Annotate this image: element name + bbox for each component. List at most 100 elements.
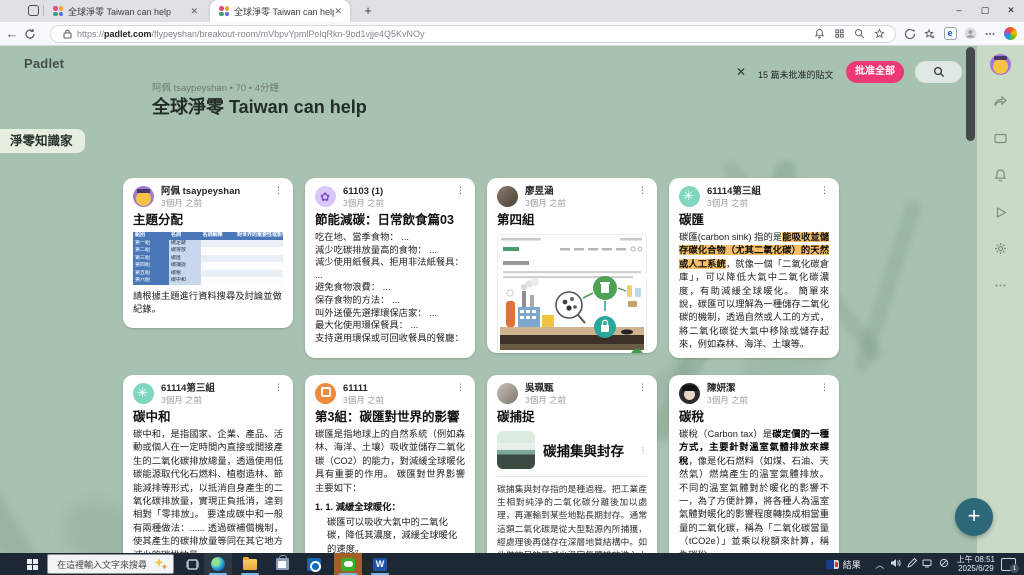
post-time: 3個月 之前 (525, 395, 638, 405)
edge-essentials-icon[interactable]: e (940, 26, 960, 42)
taskbar-explorer-button[interactable] (236, 553, 264, 575)
hidden-icons-chevron[interactable]: ︿ (873, 558, 887, 571)
post-card[interactable]: 吳珮甄3個月 之前 ⋮ 碳捕捉 碳捕集與封存 ⋮ 碳捕集與封存指的是種過程。把工… (487, 375, 657, 553)
post-menu-icon[interactable]: ⋮ (274, 186, 283, 195)
window-controls: – ▢ ✕ (946, 0, 1024, 22)
link-menu-icon[interactable]: ⋮ (639, 446, 647, 455)
screen: 全球淨零 Taiwan can help ✕ 全球淨零 Taiwan can h… (0, 0, 1024, 575)
toolbar-right-icons: e (900, 26, 1020, 42)
post-menu-icon[interactable]: ⋮ (456, 383, 465, 392)
url-text: https://padlet.com/flypeyshan/breakout-r… (77, 29, 809, 39)
post-body: 碳匯是指地球上的自然系統（例如森林、海洋、土壤）吸收並儲存二氧化碳（CO2）的能… (315, 428, 465, 495)
more-icon[interactable] (993, 278, 1008, 293)
system-tray: 結果 ︿ 上午 08:51 2025/6/29 1 (826, 553, 1022, 575)
post-author: 廖昱涵 (525, 186, 638, 197)
profile-icon[interactable] (960, 26, 980, 42)
post-card[interactable]: ✿ 61103 (1)3個月 之前 ⋮ 節能減碳：日常飲食篇03 吃在地、當季食… (305, 178, 475, 358)
more-menu-icon[interactable] (980, 26, 1000, 42)
news-widget-icon[interactable] (826, 560, 839, 569)
zoom-icon[interactable] (849, 26, 869, 42)
back-icon[interactable]: ← (0, 26, 24, 41)
avatar: ✿ (315, 186, 336, 207)
status-icon[interactable] (937, 558, 951, 570)
taskbar-line-button[interactable] (334, 553, 362, 575)
new-tab-button[interactable]: + (360, 3, 376, 19)
post-menu-icon[interactable]: ⋮ (820, 383, 829, 392)
post-time: 3個月 之前 (525, 198, 638, 208)
post-menu-icon[interactable]: ⋮ (638, 383, 647, 392)
scrollbar-thumb[interactable] (966, 47, 975, 141)
favorites-collection-icon[interactable] (920, 26, 940, 42)
board-title: 全球淨零 Taiwan can help (152, 93, 367, 119)
avatar: ✳ (679, 186, 700, 207)
notification-center-icon[interactable]: 1 (1001, 558, 1016, 571)
post-menu-icon[interactable]: ⋮ (820, 186, 829, 195)
pen-icon[interactable] (905, 558, 919, 570)
padlet-logo[interactable]: Padlet (24, 56, 64, 71)
user-avatar[interactable] (990, 54, 1011, 75)
padlet-favicon (53, 6, 63, 16)
embedded-webpage-image[interactable] (497, 234, 647, 353)
maximize-button[interactable]: ▢ (972, 0, 998, 22)
approve-all-button[interactable]: 批准全部 (846, 61, 904, 83)
refresh-icon[interactable] (24, 28, 48, 40)
browser-update-icon[interactable] (900, 26, 920, 42)
address-bar[interactable]: https://padlet.com/flypeyshan/breakout-r… (50, 25, 896, 43)
taskbar-word-button[interactable]: W (366, 553, 394, 575)
post-menu-icon[interactable]: ⋮ (456, 186, 465, 195)
post-time: 3個月 之前 (707, 395, 820, 405)
minimize-button[interactable]: – (946, 0, 972, 22)
post-author: 吳珮甄 (525, 383, 638, 394)
tab-close-icon[interactable]: ✕ (190, 6, 198, 17)
tab-divider (43, 5, 44, 16)
tab-close-icon[interactable]: ✕ (334, 6, 342, 17)
bell-icon[interactable] (993, 168, 1008, 183)
board-sidebar (977, 46, 1024, 553)
post-card[interactable]: 陳妍潔3個月 之前 ⋮ 碳稅 碳稅（Carbon tax）是碳定價的一種方式，主… (669, 375, 839, 553)
moderation-close-icon[interactable]: ✕ (736, 65, 746, 79)
news-widget-label[interactable]: 結果 (843, 558, 861, 571)
favorite-star-icon[interactable] (869, 26, 889, 42)
board-search-button[interactable] (915, 61, 962, 83)
post-menu-icon[interactable]: ⋮ (638, 186, 647, 195)
windows-taskbar: 在這裡輸入文字來搜尋 W 結果 ︿ (0, 553, 1024, 575)
share-icon[interactable] (993, 94, 1008, 109)
task-view-button[interactable] (178, 553, 206, 575)
search-icon (933, 66, 945, 78)
tab-actions-icon[interactable] (28, 5, 39, 16)
post-card[interactable]: 611113個月 之前 ⋮ 第3組：碳匯對世界的影響 碳匯是指地球上的自然系統（… (305, 375, 475, 553)
board-meta: 阿佩 tsaypeyshan • 70 • 4分鐘 (152, 80, 279, 94)
post-body: 請根據主題進行資料搜尋及討論並做紀錄。 (133, 290, 283, 317)
browser-tab-2-active[interactable]: 全球淨零 Taiwan can help ✕ (210, 0, 350, 22)
post-title: 碳捕捉 (497, 410, 647, 425)
format-icon[interactable] (993, 131, 1008, 146)
post-menu-icon[interactable]: ⋮ (274, 383, 283, 392)
start-button[interactable] (20, 553, 44, 575)
post-title: 第四組 (497, 213, 647, 228)
taskbar-store-button[interactable] (268, 553, 296, 575)
play-icon[interactable] (993, 205, 1008, 220)
post-card[interactable]: 阿佩 tsaypeyshan3個月 之前 ⋮ 主題分配 組別名詞名詞解釋對世界的… (123, 178, 293, 328)
post-time: 3個月 之前 (343, 395, 456, 405)
taskbar-search[interactable]: 在這裡輸入文字來搜尋 (47, 554, 174, 574)
post-body: 吃在地、當季食物： ... 減少吃碳排放量高的食物： ... 減少使用紙餐具、拒… (315, 231, 465, 344)
bell-icon[interactable] (809, 26, 829, 42)
apps-grid-icon[interactable] (829, 26, 849, 42)
close-button[interactable]: ✕ (998, 0, 1024, 22)
post-title: 節能減碳：日常飲食篇03 (315, 213, 465, 228)
link-preview[interactable]: 碳捕集與封存 ⋮ 碳捕集與封存指的是種過程。把工業產生相對純淨的二氧化碳分離後加… (497, 431, 647, 553)
copilot-icon[interactable] (1000, 26, 1020, 42)
taskbar-clock[interactable]: 上午 08:51 2025/6/29 (957, 555, 995, 573)
gear-icon[interactable] (993, 241, 1008, 256)
post-author: 阿佩 tsaypeyshan (161, 186, 274, 197)
network-icon[interactable] (921, 558, 935, 570)
post-card[interactable]: ✳ 61114第三組3個月 之前 ⋮ 碳匯 碳匯(carbon sink) 指的… (669, 178, 839, 358)
taskbar-outlook-button[interactable] (300, 553, 328, 575)
add-post-button[interactable]: + (955, 498, 993, 536)
taskbar-edge-button[interactable] (204, 553, 232, 575)
browser-tab-1[interactable]: 全球淨零 Taiwan can help ✕ (46, 0, 206, 22)
post-card[interactable]: ✳ 61114第三組3個月 之前 ⋮ 碳中和 碳中和，是指國家、企業、產品、活動… (123, 375, 293, 553)
lock-icon[interactable] (57, 26, 77, 42)
post-card[interactable]: 廖昱涵3個月 之前 ⋮ 第四組 (487, 178, 657, 353)
volume-icon[interactable] (889, 558, 903, 570)
